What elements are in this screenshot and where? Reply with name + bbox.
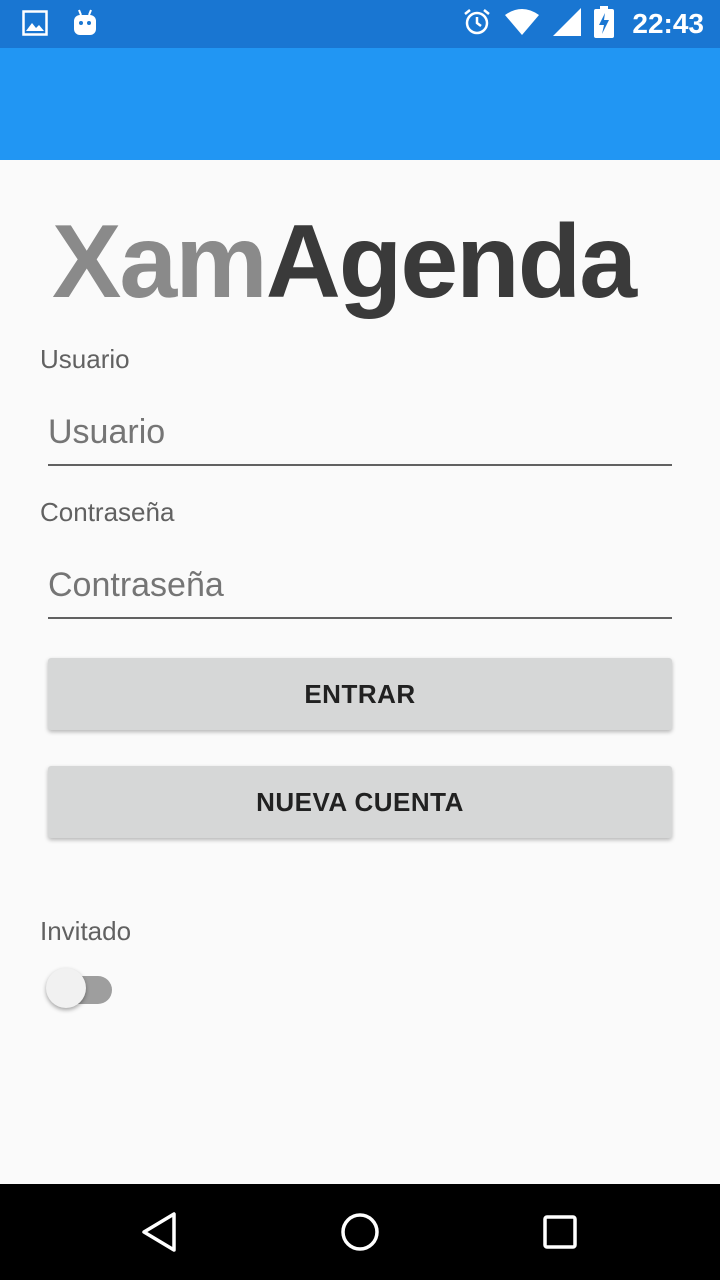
login-form: XamAgenda Usuario Contraseña ENTRAR NUEV… [0, 160, 720, 1184]
image-icon [22, 10, 48, 41]
navigation-bar [0, 1184, 720, 1280]
logo-part-agenda: Agenda [265, 204, 637, 320]
status-bar: 22:43 [0, 0, 720, 48]
login-button[interactable]: ENTRAR [48, 658, 672, 730]
switch-thumb [46, 968, 86, 1008]
password-label: Contraseña [40, 497, 175, 527]
username-label: Usuario [40, 344, 130, 374]
app-bar [0, 48, 720, 160]
android-icon [72, 8, 98, 43]
battery-charging-icon [594, 5, 615, 43]
app-logo: XamAgenda [52, 202, 672, 322]
wifi-icon [504, 8, 540, 41]
username-input[interactable] [48, 400, 672, 466]
signal-icon [552, 7, 582, 42]
logo-part-xam: Xam [52, 204, 268, 320]
alarm-icon [462, 7, 492, 42]
guest-switch[interactable] [46, 968, 116, 1012]
status-time: 22:43 [632, 8, 704, 39]
guest-label: Invitado [40, 916, 132, 946]
back-icon[interactable] [138, 1210, 182, 1254]
new-account-button[interactable]: NUEVA CUENTA [48, 766, 672, 838]
home-icon[interactable] [338, 1210, 382, 1254]
password-input[interactable] [48, 553, 672, 619]
recents-icon[interactable] [538, 1210, 582, 1254]
